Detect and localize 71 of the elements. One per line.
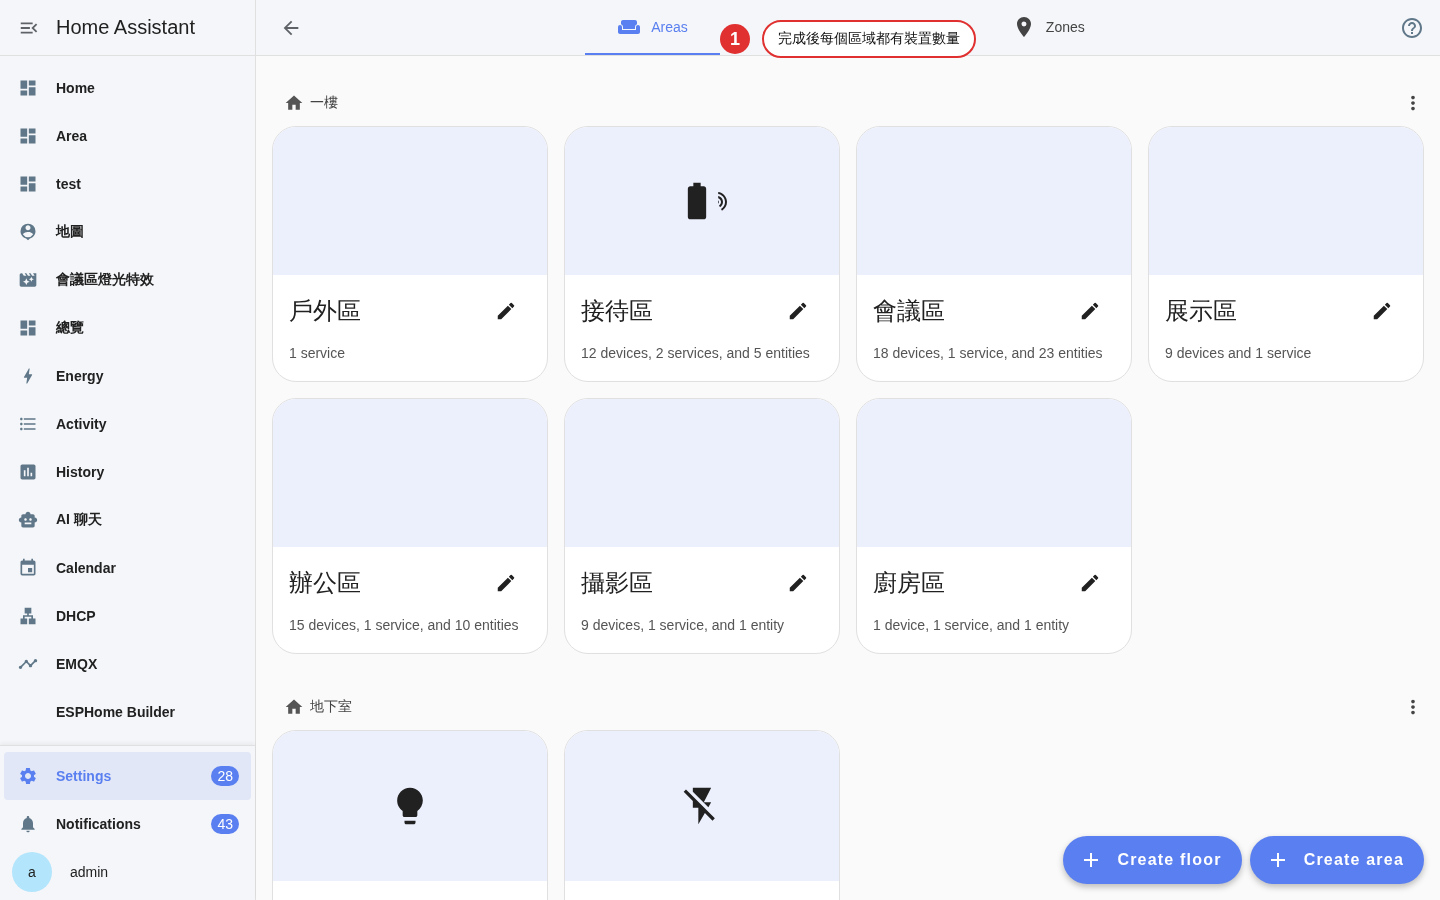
area-name: 會議區 <box>873 296 945 326</box>
area-name: 接待區 <box>581 296 653 326</box>
bell-icon <box>18 814 38 834</box>
edit-icon[interactable] <box>1371 300 1393 322</box>
dashboard-icon <box>18 126 38 146</box>
sidebar-item[interactable]: Calendar <box>4 544 251 592</box>
area-name: 廚房區 <box>873 568 945 598</box>
sidebar-item[interactable]: 總覽 <box>4 304 251 352</box>
sidebar-item[interactable]: AI 聊天 <box>4 496 251 544</box>
tab[interactable]: Zones <box>979 0 1117 55</box>
sidebar-item[interactable]: Activity <box>4 400 251 448</box>
sidebar-item[interactable]: Energy <box>4 352 251 400</box>
annotation-callout: 完成後每個區域都有裝置數量 <box>762 20 976 58</box>
area-card[interactable]: 攝影區 9 devices, 1 service, and 1 entity <box>564 398 840 654</box>
user-item[interactable]: a admin <box>4 848 251 896</box>
area-card[interactable]: 展示區 9 devices and 1 service <box>1148 126 1424 382</box>
area-card[interactable]: 接待區 12 devices, 2 services, and 5 entities <box>564 126 840 382</box>
app-title: Home Assistant <box>56 16 195 39</box>
sidebar-item[interactable]: 會議區燈光特效 <box>4 256 251 304</box>
edit-icon[interactable] <box>787 572 809 594</box>
robot-icon <box>18 510 38 530</box>
sidebar-item[interactable]: History <box>4 448 251 496</box>
edit-icon[interactable] <box>1079 300 1101 322</box>
dashboard-icon <box>18 318 38 338</box>
sidebar-item[interactable]: Area <box>4 112 251 160</box>
home-icon <box>284 93 304 113</box>
area-summary: 9 devices and 1 service <box>1165 345 1313 361</box>
bar-chart-icon <box>18 462 38 482</box>
create-button[interactable]: Create floor <box>1063 836 1242 884</box>
dashboard-icon <box>18 174 38 194</box>
edit-icon[interactable] <box>495 300 517 322</box>
area-summary: 9 devices, 1 service, and 1 entity <box>581 617 786 633</box>
area-summary: 1 device, 1 service, and 1 entity <box>873 617 1071 633</box>
count-badge: 28 <box>211 766 239 786</box>
sidebar-item[interactable]: Settings 28 <box>4 752 251 800</box>
area-name: 攝影區 <box>581 568 653 598</box>
sidebar-item[interactable]: Home <box>4 64 251 112</box>
help-icon[interactable] <box>1400 15 1424 40</box>
edit-icon[interactable] <box>1079 572 1101 594</box>
floor-name: 地下室 <box>310 698 353 716</box>
sidebar-item[interactable]: DHCP <box>4 592 251 640</box>
area-card[interactable]: 戶外區 1 service <box>272 126 548 382</box>
person-pin-icon <box>18 222 38 242</box>
floor-name: 一樓 <box>310 94 339 112</box>
step-number: 1 <box>720 24 750 54</box>
settings-icon <box>18 766 38 786</box>
area-summary: 18 devices, 1 service, and 23 entities <box>873 345 1104 361</box>
area-card[interactable]: 會議區 18 devices, 1 service, and 23 entities <box>856 126 1132 382</box>
sidebar-item[interactable]: 地圖 <box>4 208 251 256</box>
network-icon <box>18 606 38 626</box>
area-summary: 15 devices, 1 service, and 10 entities <box>289 617 520 633</box>
create-button[interactable]: Create area <box>1249 836 1424 884</box>
sidebar-item[interactable]: EMQX <box>4 640 251 688</box>
clapperboard-icon <box>18 270 38 290</box>
home-icon <box>284 697 304 717</box>
sidebar-item[interactable]: ESPHome Builder <box>4 688 251 736</box>
sidebar-item[interactable]: test <box>4 160 251 208</box>
avatar: a <box>12 852 52 892</box>
calendar-icon <box>18 558 38 578</box>
area-name: 戶外區 <box>289 296 361 326</box>
area-card[interactable]: 辦公區 15 devices, 1 service, and 10 entities <box>272 398 548 654</box>
edit-icon[interactable] <box>787 300 809 322</box>
area-card[interactable]: 廚房區 1 device, 1 service, and 1 entity <box>856 398 1132 654</box>
edit-icon[interactable] <box>495 572 517 594</box>
area-name: 展示區 <box>1165 296 1237 326</box>
count-badge: 43 <box>211 814 239 834</box>
area-summary: 12 devices, 2 services, and 5 entities <box>581 345 811 361</box>
sidebar-item[interactable]: Notifications 43 <box>4 800 251 848</box>
dashboard-icon <box>18 78 38 98</box>
area-summary: 1 service <box>289 345 347 361</box>
area-name: 辦公區 <box>289 568 361 598</box>
